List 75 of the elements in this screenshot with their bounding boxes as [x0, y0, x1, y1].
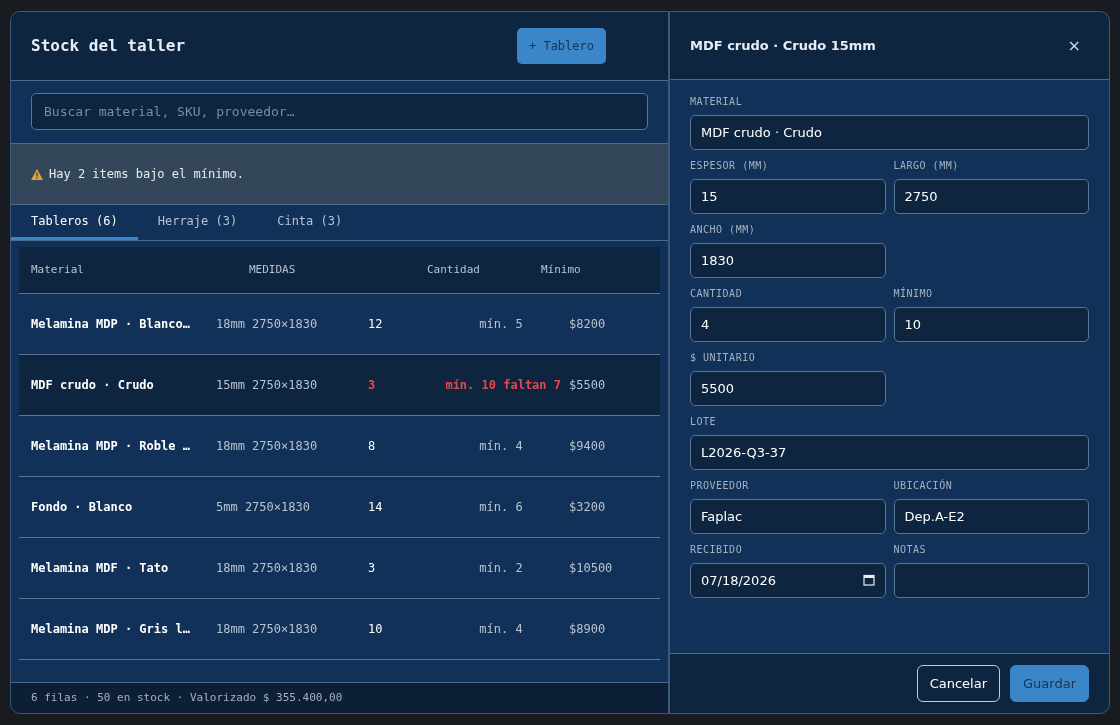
column-header: MEDIDAS: [249, 261, 296, 278]
field-label: ESPESOR (MM): [690, 159, 770, 173]
field-label: MATERIAL: [690, 95, 744, 109]
input-field[interactable]: MDF crudo · Crudo: [690, 115, 1089, 150]
quantity-cell-text: 12: [367, 316, 384, 333]
table-row[interactable]: MDF crudo · Crudo 15mm 2750×1830 3 mín. 10 faltan 7 $5500: [19, 355, 660, 416]
dimensions-cell-text: 18mm 2750×1830: [216, 316, 319, 333]
price-cell-text: $5500: [568, 377, 607, 394]
price-cell-text: $3200: [568, 499, 607, 516]
field-label: CANTIDAD: [690, 287, 744, 301]
minimum-cell-text: mín. 5: [479, 316, 523, 333]
quantity-cell-text: 14: [367, 499, 384, 516]
input-field[interactable]: 1830: [690, 243, 886, 278]
input-field[interactable]: 15: [690, 179, 886, 214]
field-label: RECIBIDO: [690, 543, 744, 557]
dimensions-cell-text: 18mm 2750×1830: [216, 621, 319, 638]
field-label: LOTE: [690, 415, 718, 429]
close-button[interactable]: ×: [1059, 31, 1089, 60]
search-field[interactable]: Buscar material, SKU, proveedor…: [31, 93, 648, 130]
cancel-button[interactable]: Cancelar: [916, 664, 1001, 703]
quantity-cell-text: 10: [367, 621, 384, 638]
input-field[interactable]: 10: [893, 307, 1089, 342]
field-label: $ UNITARIO: [690, 351, 757, 365]
minimum-cell-text: mín. 2: [479, 560, 523, 577]
input-field[interactable]: L2026-Q3-37: [690, 435, 1089, 470]
dialog-title: Stock del taller: [31, 36, 186, 56]
column-header: Material: [31, 261, 84, 278]
input-field[interactable]: 5500: [690, 371, 886, 406]
date-field[interactable]: 07/18/2026: [690, 563, 886, 598]
column-header: Mínimo: [541, 261, 581, 278]
table-row[interactable]: Melamina MDP · Gris l… 18mm 2750×1830 10 mín. 4 $8900: [19, 599, 660, 660]
minimum-cell-text: mín. 10 faltan 7: [445, 377, 561, 394]
minimum-cell-text: mín. 4: [479, 438, 523, 455]
field-label: UBICACIÓN: [893, 478, 954, 493]
input-field[interactable]: 4: [690, 307, 886, 342]
price-cell-text: $10500: [568, 560, 614, 577]
price-cell-text: $9400: [568, 438, 607, 455]
price-cell-text: $8200: [568, 316, 607, 333]
table-row[interactable]: Fondo · Blanco 5mm 2750×1830 14 mín. 6 $3200: [19, 477, 660, 538]
input-field[interactable]: 2750: [893, 179, 1089, 214]
dimensions-cell-text: 18mm 2750×1830: [216, 560, 319, 577]
material-cell-text: Melamina MDP · Blanco…: [31, 316, 191, 333]
dimensions-cell-text: 15mm 2750×1830: [216, 377, 319, 394]
field-label: PROVEEDOR: [690, 479, 750, 493]
dimensions-cell-text: 18mm 2750×1830: [216, 438, 319, 455]
material-cell-text: Melamina MDP · Roble …: [31, 438, 191, 455]
status-bar: 6 filas · 50 en stock · Valorizado $ 355.400,00: [11, 682, 668, 713]
input-field[interactable]: [893, 563, 1089, 598]
material-cell-text: MDF crudo · Crudo: [31, 377, 155, 394]
quantity-cell-text: 8: [367, 438, 377, 455]
table-row[interactable]: Melamina MDF · Tato 18mm 2750×1830 3 mín. 2 $10500: [19, 538, 660, 599]
panel-title: MDF crudo · Crudo 15mm: [690, 37, 876, 54]
field-label: MÍNIMO: [893, 286, 934, 301]
column-header: Cantidad: [427, 261, 480, 278]
input-field[interactable]: Dep.A-E2: [893, 499, 1089, 534]
input-field[interactable]: Faplac: [690, 499, 886, 534]
quantity-cell-text: 3: [367, 560, 377, 577]
minimum-cell-text: mín. 4: [479, 621, 523, 638]
quantity-cell-text: 3: [367, 377, 377, 394]
tab[interactable]: Cinta (3): [257, 205, 363, 240]
field-label: LARGO (MM): [893, 159, 960, 173]
material-cell-text: Melamina MDP · Gris l…: [31, 621, 191, 638]
warning-icon: [31, 168, 43, 180]
minimum-cell-text: mín. 6: [479, 499, 523, 516]
material-cell-text: Fondo · Blanco: [31, 499, 134, 516]
field-label: NOTAS: [893, 543, 928, 557]
tab[interactable]: Herraje (3): [137, 205, 258, 240]
alert-text: Hay 2 items bajo el mínimo.: [49, 166, 245, 183]
material-cell-text: Melamina MDF · Tato: [31, 560, 170, 577]
price-cell-text: $8900: [568, 621, 607, 638]
dimensions-cell-text: 5mm 2750×1830: [216, 499, 311, 516]
table-row[interactable]: Melamina MDP · Roble … 18mm 2750×1830 8 mín. 4 $9400: [19, 416, 660, 477]
tab[interactable]: Tableros (6): [11, 205, 138, 240]
field-label: ANCHO (MM): [690, 223, 757, 237]
calendar-icon[interactable]: [862, 574, 875, 586]
